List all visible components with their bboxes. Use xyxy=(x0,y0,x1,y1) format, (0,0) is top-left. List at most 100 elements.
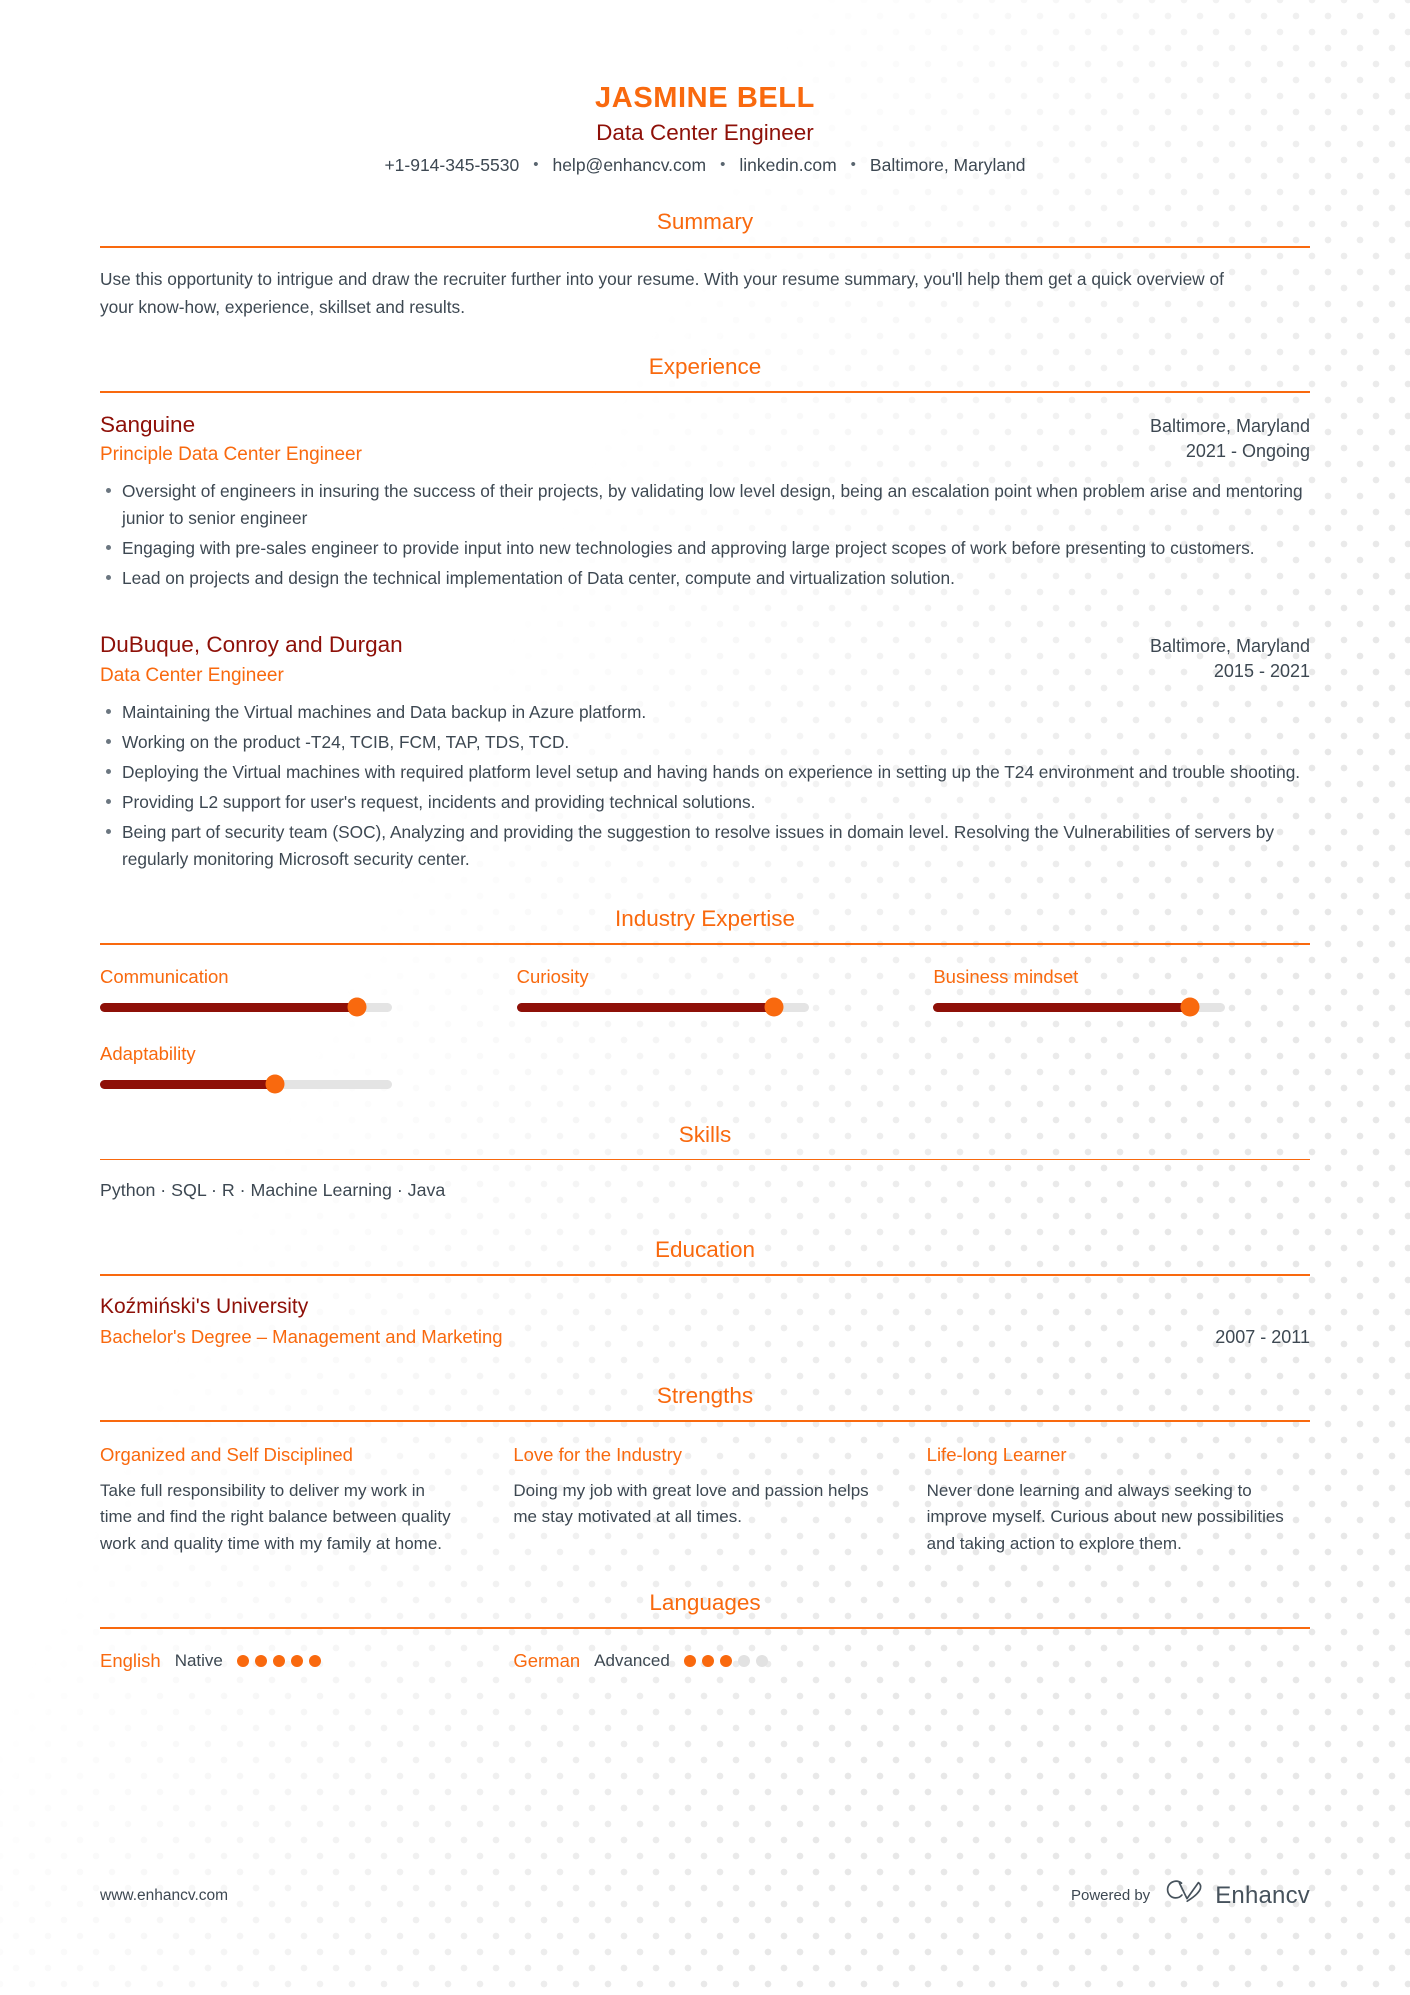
footer-website-url[interactable]: www.enhancv.com xyxy=(100,1887,228,1905)
expertise-slider-track[interactable] xyxy=(933,997,1226,1017)
experience-location: Baltimore, Maryland xyxy=(1149,415,1310,436)
contact-email[interactable]: help@enhancv.com xyxy=(552,155,706,176)
expertise-slider-track[interactable] xyxy=(100,1074,392,1094)
experience-bullet: Working on the product -T24, TCIB, FCM, … xyxy=(100,729,1310,756)
enhancv-brand: Enhancv xyxy=(1166,1880,1310,1911)
rating-dot-filled xyxy=(254,1654,267,1667)
experience-bullet: Deploying the Virtual machines with requ… xyxy=(100,759,1310,786)
expertise-label: Curiosity xyxy=(516,965,589,987)
experience-right: Baltimore, Maryland 2015 - 2021 xyxy=(1150,636,1310,682)
resume-header: JASMINE BELL Data Center Engineer +1-914… xyxy=(100,0,1310,176)
strength-item: Organized and Self Disciplined Take full … xyxy=(100,1443,483,1558)
contact-linkedin[interactable]: linkedin.com xyxy=(739,155,836,176)
language-item: English Native xyxy=(100,1650,483,1672)
section-strengths: Strengths Organized and Self Disciplined… xyxy=(100,1382,1310,1557)
experience-position: Data Center Engineer xyxy=(100,664,284,686)
section-skills: Skills Python · SQL · R · Machine Learni… xyxy=(100,1121,1310,1204)
experience-position: Principle Data Center Engineer xyxy=(100,443,362,465)
strength-description: Doing my job with great love and passion… xyxy=(513,1480,869,1527)
resume-page: JASMINE BELL Data Center Engineer +1-914… xyxy=(0,0,1410,1995)
experience-bullet: Providing L2 support for user's request,… xyxy=(100,789,1310,816)
section-languages: Languages English Native German Advanced xyxy=(100,1589,1310,1672)
experience-entry: DuBuque, Conroy and Durgan Data Center En… xyxy=(100,630,1310,873)
expertise-slider-fill xyxy=(100,1079,276,1089)
contact-separator: • xyxy=(850,156,856,174)
section-title-industry-expertise: Industry Expertise xyxy=(614,906,796,932)
expertise-label: Adaptability xyxy=(100,1042,196,1064)
rating-dot-filled xyxy=(308,1654,321,1667)
language-level: Advanced xyxy=(594,1650,670,1670)
candidate-name: JASMINE BELL xyxy=(595,82,815,114)
skills-list: Python · SQL · R · Machine Learning · Ja… xyxy=(100,1180,446,1201)
strengths-grid: Organized and Self Disciplined Take full … xyxy=(100,1439,1310,1558)
section-title-strengths: Strengths xyxy=(656,1382,754,1408)
page-footer: www.enhancv.com Powered by Enhancv xyxy=(100,1880,1310,1911)
education-dates: 2007 - 2011 xyxy=(1215,1326,1310,1347)
experience-entry: Sanguine Principle Data Center Engineer Ba… xyxy=(100,410,1310,593)
rating-dot-filled xyxy=(683,1654,696,1667)
experience-header-row: DuBuque, Conroy and Durgan Data Center En… xyxy=(100,630,1310,688)
rating-dot-filled xyxy=(290,1654,303,1667)
strength-item: Love for the Industry Doing my job with g… xyxy=(513,1443,896,1558)
strength-description: Take full responsibility to deliver my w… xyxy=(100,1480,451,1553)
expertise-slider-track[interactable] xyxy=(100,997,392,1017)
strength-title: Love for the Industry xyxy=(513,1443,682,1465)
expertise-item: Communication xyxy=(100,965,392,1017)
contact-location: Baltimore, Maryland xyxy=(869,155,1026,176)
education-school: Koźmiński's University xyxy=(100,1294,309,1318)
enhancv-logo-icon xyxy=(1166,1880,1204,1911)
rating-dot-empty xyxy=(755,1654,768,1667)
strength-title: Life-long Learner xyxy=(926,1443,1067,1465)
experience-bullet: Maintaining the Virtual machines and Dat… xyxy=(100,699,1310,726)
expertise-item: Adaptability xyxy=(100,1042,392,1094)
experience-company: DuBuque, Conroy and Durgan xyxy=(100,632,403,658)
summary-text: Use this opportunity to intrigue and dra… xyxy=(100,268,1224,317)
section-title-skills: Skills xyxy=(678,1121,732,1147)
language-rating-dots xyxy=(683,1654,768,1667)
expertise-slider-thumb[interactable] xyxy=(764,997,784,1017)
experience-bullet: Lead on projects and design the technica… xyxy=(100,565,1310,592)
expertise-item: Business mindset xyxy=(933,965,1226,1017)
strength-description: Never done learning and always seeking t… xyxy=(926,1480,1284,1553)
section-title-languages: Languages xyxy=(649,1590,761,1616)
expertise-slider-thumb[interactable] xyxy=(1180,997,1200,1017)
enhancv-brand-name: Enhancv xyxy=(1215,1881,1310,1909)
expertise-item: Curiosity xyxy=(516,965,809,1017)
experience-left: DuBuque, Conroy and Durgan Data Center En… xyxy=(100,630,403,688)
expertise-slider-fill xyxy=(100,1002,357,1012)
experience-bullet: Oversight of engineers in insuring the s… xyxy=(100,478,1310,532)
experience-header-row: Sanguine Principle Data Center Engineer Ba… xyxy=(100,410,1310,468)
contact-separator: • xyxy=(720,156,726,174)
contact-separator: • xyxy=(533,156,539,174)
section-title-summary: Summary xyxy=(656,209,754,235)
summary-body: Use this opportunity to intrigue and dra… xyxy=(100,248,1310,321)
experience-location: Baltimore, Maryland xyxy=(1149,636,1310,657)
candidate-job-title: Data Center Engineer xyxy=(596,120,814,146)
experience-dates: 2015 - 2021 xyxy=(1213,661,1310,682)
experience-bullet-list: Oversight of engineers in insuring the s… xyxy=(100,478,1310,592)
section-industry-expertise: Industry Expertise Communication Curiosit… xyxy=(100,905,1310,1094)
experience-right: Baltimore, Maryland 2021 - Ongoing xyxy=(1150,416,1310,462)
strengths-body: Organized and Self Disciplined Take full … xyxy=(100,1422,1310,1558)
rating-dot-filled xyxy=(719,1654,732,1667)
section-title-education: Education xyxy=(654,1237,756,1262)
experience-bullet: Being part of security team (SOC), Analy… xyxy=(100,819,1310,873)
education-degree: Bachelor's Degree – Management and Marke… xyxy=(100,1325,503,1347)
footer-branding: Powered by Enhancv xyxy=(1071,1880,1310,1911)
education-entry: Koźmiński's University Bachelor's Degree … xyxy=(100,1293,1310,1350)
rating-dot-filled xyxy=(272,1654,285,1667)
experience-bullet-list: Maintaining the Virtual machines and Dat… xyxy=(100,699,1310,873)
expertise-slider-thumb[interactable] xyxy=(265,1074,285,1094)
contact-line: +1-914-345-5530 • help@enhancv.com • linkedi… xyxy=(100,155,1310,176)
language-level: Native xyxy=(174,1650,223,1670)
expertise-label: Business mindset xyxy=(933,965,1079,987)
expertise-slider-thumb[interactable] xyxy=(347,997,367,1017)
education-left: Koźmiński's University Bachelor's Degree … xyxy=(100,1293,503,1350)
expertise-slider-track[interactable] xyxy=(516,997,809,1017)
section-title-experience: Experience xyxy=(648,353,762,379)
section-summary: Summary Use this opportunity to intrigue… xyxy=(100,208,1310,321)
expertise-slider-fill xyxy=(516,1002,774,1012)
experience-left: Sanguine Principle Data Center Engineer xyxy=(100,410,362,468)
expertise-grid: Communication Curiosity Business mindset Ad… xyxy=(100,945,1310,1094)
language-name: English xyxy=(100,1649,161,1671)
